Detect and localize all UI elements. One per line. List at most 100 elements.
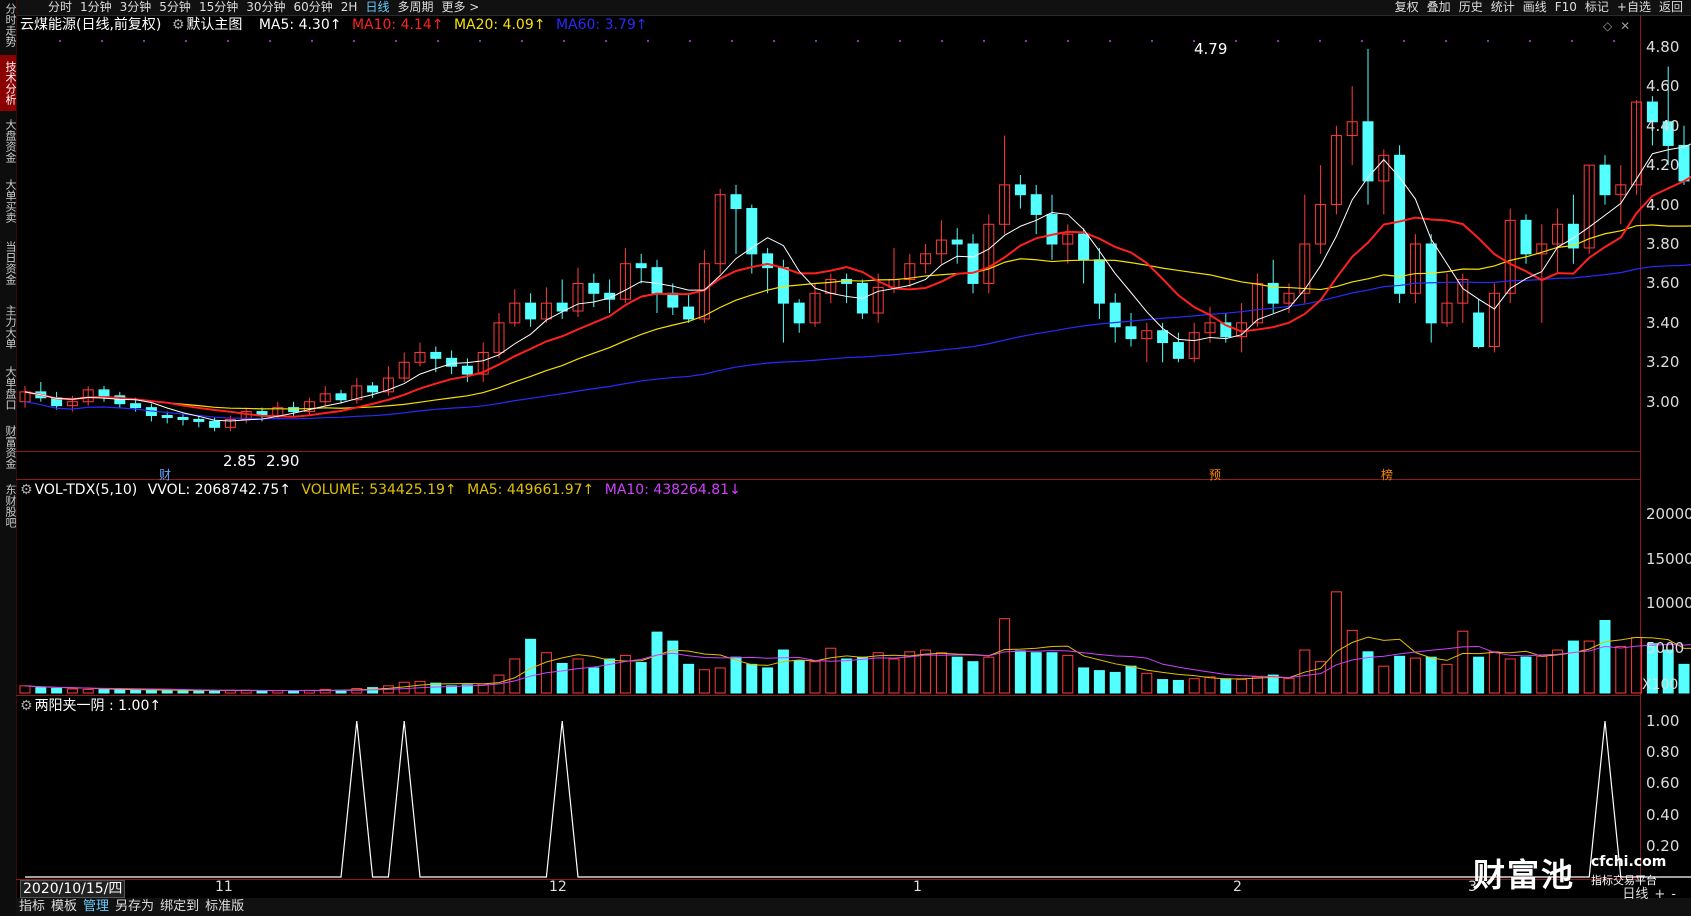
signal-dot <box>647 40 649 42</box>
finance-marker[interactable]: 财 <box>159 466 171 483</box>
bottom-right-tool-1[interactable]: + <box>1651 886 1668 904</box>
price-tick: 4.00 <box>1646 195 1680 214</box>
vol-tick: 5000 <box>1646 639 1685 658</box>
volume-bar <box>1125 665 1137 694</box>
vol-tick: 15000 <box>1646 549 1691 568</box>
volume-bar <box>904 651 916 694</box>
volume-bar <box>1251 676 1263 694</box>
bottom-toolbar: 指标 模板 管理 另存为 绑定到 标准版 日线 + - <box>16 887 1691 916</box>
forecast-marker[interactable]: 预 <box>1209 466 1221 483</box>
candle-body <box>367 385 379 393</box>
bottom-tool-3[interactable]: 另存为 <box>112 898 157 916</box>
volume-bar <box>1504 658 1516 694</box>
volume-bar <box>1062 654 1074 694</box>
volume-bar <box>588 667 600 694</box>
time-tick: 11 <box>215 879 233 895</box>
volume-bar <box>161 689 173 694</box>
vol-tick: 10000 <box>1646 594 1691 613</box>
bottom-tool-0[interactable]: 指标 <box>16 898 48 916</box>
volume-bar <box>746 663 758 694</box>
candle-body <box>1473 312 1485 348</box>
time-tick: 12 <box>549 879 567 895</box>
billboard-marker[interactable]: 榜 <box>1381 466 1393 483</box>
signal-dot <box>269 40 271 42</box>
indicator-tick: 0.80 <box>1646 743 1680 762</box>
volume-bar <box>193 690 205 694</box>
volume-bar <box>66 688 78 694</box>
volume-bar <box>888 658 900 694</box>
indicator-tick: 1.00 <box>1646 712 1680 730</box>
candle-body <box>1678 144 1690 182</box>
signal-dot <box>1025 40 1027 42</box>
volume-bar <box>1109 671 1121 694</box>
volume-bar <box>920 649 932 694</box>
watermark-brand: 财富池 <box>1473 856 1576 894</box>
candle-body <box>1078 233 1090 261</box>
price-tick: 4.80 <box>1646 37 1680 56</box>
time-tick: 2 <box>1233 879 1242 895</box>
signal-dot <box>143 40 145 42</box>
price-tick: 3.00 <box>1646 392 1680 411</box>
candle-body <box>667 292 679 308</box>
volume-bar <box>19 685 31 694</box>
signal-dot <box>983 40 985 42</box>
volume-bar <box>1141 672 1153 694</box>
candle-body <box>130 403 142 409</box>
volume-bar <box>1078 667 1090 694</box>
volume-bar <box>762 667 774 694</box>
bottom-tool-4[interactable]: 绑定到 <box>157 898 202 916</box>
candle-body <box>967 243 979 284</box>
candle-body <box>193 418 205 422</box>
bottom-tool-1[interactable]: 模板 <box>48 898 80 916</box>
watermark-site: cfchi.com <box>1591 854 1667 870</box>
bottom-right-tool-0[interactable]: 日线 <box>1619 886 1651 904</box>
volume-bar <box>1425 656 1437 694</box>
volume-bar <box>1014 650 1026 694</box>
bottom-left-tools: 指标 模板 管理 另存为 绑定到 标准版 <box>16 899 247 914</box>
volume-bar <box>999 618 1011 694</box>
bottom-tool-2[interactable]: 管理 <box>80 898 112 916</box>
volume-bar <box>841 658 853 694</box>
volume-bar <box>1093 670 1105 694</box>
candle-body <box>1014 184 1026 196</box>
signal-dot <box>437 40 439 42</box>
volume-bar <box>951 656 963 694</box>
signal-dot <box>1067 40 1069 42</box>
volume-bar <box>1236 679 1248 694</box>
signal-dot <box>1403 40 1405 42</box>
price-tick: 4.20 <box>1646 156 1680 175</box>
candle-body <box>1394 154 1406 294</box>
candle-body <box>1093 259 1105 304</box>
signal-dot <box>1613 40 1615 42</box>
signal-dot <box>479 40 481 42</box>
candle-body <box>177 416 189 420</box>
candle-body <box>1520 219 1532 255</box>
volume-bar <box>1457 630 1469 694</box>
candle-body <box>430 351 442 359</box>
candle-body <box>461 365 473 375</box>
signal-dot <box>1277 40 1279 42</box>
volume-bar <box>209 690 221 694</box>
volume-bar <box>130 689 142 694</box>
volume-bar <box>1615 645 1627 694</box>
signal-dot <box>1361 40 1363 42</box>
bottom-right-tool-2[interactable]: - <box>1668 886 1679 904</box>
indicator-line <box>25 720 1691 878</box>
signal-dot <box>563 40 565 42</box>
price-tick: 3.60 <box>1646 274 1680 293</box>
volume-bar <box>1220 678 1232 694</box>
volume-bar <box>1204 676 1216 694</box>
watermark: 财富池 cfchi.com 指标交易平台 <box>1473 850 1667 894</box>
volume-bar <box>1473 656 1485 694</box>
cursor-date: 2020/10/15/四 <box>20 880 126 898</box>
candle-body <box>1030 194 1042 215</box>
volume-bar <box>983 656 995 694</box>
signal-dot <box>899 40 901 42</box>
vol-unit: X100 <box>1642 677 1679 693</box>
candle-body <box>651 267 663 294</box>
bottom-tool-5[interactable]: 标准版 <box>202 898 247 916</box>
price-tick: 4.60 <box>1646 77 1680 96</box>
signal-dot <box>1487 40 1489 42</box>
time-tick: 1 <box>913 879 922 895</box>
signal-dot <box>311 40 313 42</box>
